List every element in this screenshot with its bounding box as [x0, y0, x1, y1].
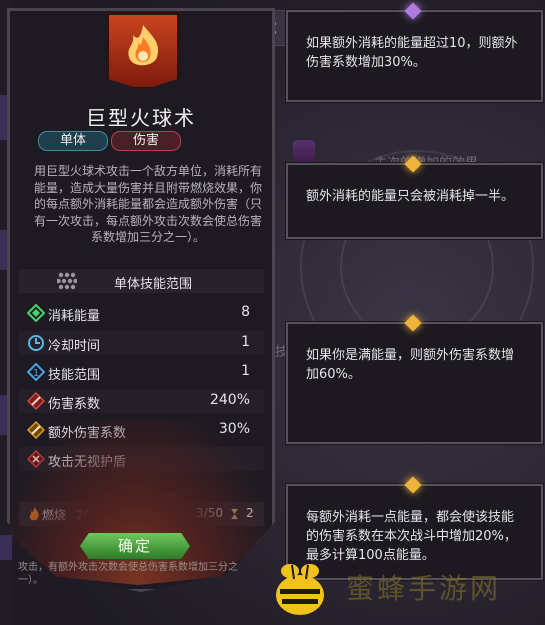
stat-cooldown: 冷却时间 1 — [19, 331, 264, 355]
tooltip-text: 如果你是满能量，则额外伤害系数增加60%。 — [306, 348, 515, 382]
tooltip-text: 额外消耗的能量只会被消耗掉一半。 — [306, 189, 515, 204]
stat-ignore-shield: 攻击无视护盾 — [19, 447, 264, 471]
stat-value: 8 — [241, 304, 250, 320]
svg-text:1: 1 — [33, 368, 39, 379]
effect-name: 燃烧 — [42, 508, 67, 522]
hex-grid-icon — [57, 272, 77, 290]
tag-damage: 伤害 — [111, 131, 181, 151]
energy-icon — [27, 304, 45, 322]
tooltip-full-energy: 如果你是满能量，则额外伤害系数增加60%。 — [286, 314, 543, 444]
skill-range-label: 单体技能范围 — [114, 277, 193, 292]
stat-value: 240% — [209, 392, 250, 408]
damage-icon — [27, 392, 45, 410]
extra-damage-icon — [27, 421, 45, 439]
skill-title: 巨型火球术 — [86, 106, 196, 130]
effect-burn-row: 燃烧 20 魔法伤害 3/50 2 — [19, 502, 264, 526]
effect-stacks: 3/50 — [196, 506, 223, 520]
skill-description: 用巨型火球术攻击一个敌方单位，消耗所有能量，造成大量伤害并且附带燃烧效果，你的每… — [34, 164, 263, 244]
confirm-button[interactable]: 确定 — [80, 533, 190, 559]
tag-single-target: 单体 — [38, 131, 108, 151]
skill-icon-frame — [106, 12, 180, 90]
burn-icon — [29, 507, 39, 521]
stat-value: 1 — [241, 334, 250, 350]
stat-value: 30% — [218, 421, 250, 437]
stat-energy-cost: 消耗能量 8 — [19, 301, 264, 325]
stat-label: 技能范围 — [48, 368, 101, 383]
stat-label: 伤害系数 — [48, 397, 101, 412]
skill-range-row: 单体技能范围 — [19, 269, 264, 293]
stat-label: 消耗能量 — [48, 309, 101, 324]
skill-detail-panel: 巨型火球术 单体 伤害 用巨型火球术攻击一个敌方单位，消耗所有能量，造成大量伤害… — [7, 8, 275, 592]
tooltip-text: 如果额外消耗的能量超过10，则额外伤害系数增加30%。 — [306, 36, 518, 70]
bee-logo-icon — [276, 564, 324, 615]
stat-label: 攻击无视护盾 — [48, 455, 127, 470]
stat-label: 冷却时间 — [48, 339, 101, 354]
tooltip-text: 每额外消耗一点能量，都会使该技能的伤害系数在本次战斗中增加20%，最多计算100… — [306, 510, 517, 563]
stat-extra-damage-coefficient: 额外伤害系数 30% — [19, 418, 264, 442]
background-description-fragment: 攻击，有额外攻击次数会使总伤害系数增加三分之一）。 — [18, 562, 238, 586]
tooltip-energy-over-10: 如果额外消耗的能量超过10，则额外伤害系数增加30%。 — [286, 2, 543, 102]
cooldown-icon — [28, 335, 44, 351]
fireball-icon — [128, 25, 159, 66]
tooltip-half-energy: 额外消耗的能量只会被消耗掉一半。 — [286, 155, 543, 239]
stat-value: 1 — [241, 363, 250, 379]
watermark-text: 蜜蜂手游网 — [346, 572, 502, 605]
stat-label: 额外伤害系数 — [48, 426, 127, 441]
ignore-shield-icon — [27, 450, 45, 468]
stat-damage-coefficient: 伤害系数 240% — [19, 389, 264, 413]
effect-detail: 20 魔法伤害 — [76, 508, 144, 522]
stat-range: 1 技能范围 1 — [19, 360, 264, 384]
range-icon: 1 — [27, 363, 45, 381]
effect-duration: 2 — [246, 506, 254, 520]
hourglass-icon — [231, 508, 238, 520]
